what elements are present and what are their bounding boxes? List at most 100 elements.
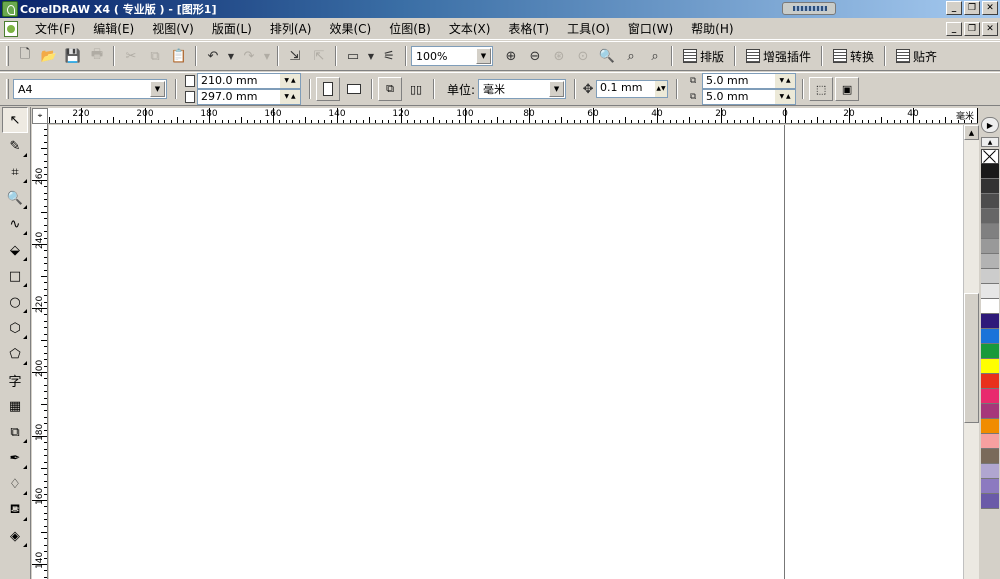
undo-icon[interactable]: ↶ [201, 45, 225, 67]
treat-as-filled-button[interactable]: ⬚ [809, 77, 834, 101]
eyedropper-tool-icon[interactable]: ✒ [2, 445, 28, 471]
color-swatch[interactable] [981, 329, 999, 344]
portrait-orientation-button[interactable] [316, 77, 340, 101]
zoom-tool-icon[interactable]: 🔍 [2, 185, 28, 211]
page-frame-button[interactable]: ▣ [835, 77, 860, 101]
color-swatch[interactable] [981, 224, 999, 239]
color-swatch[interactable] [981, 194, 999, 209]
shape-tool-icon[interactable]: ✎ [2, 133, 28, 159]
drawing-canvas[interactable] [49, 125, 963, 579]
color-swatch[interactable] [981, 164, 999, 179]
chevron-down-icon[interactable]: ▼ [150, 81, 165, 97]
table-tool-icon[interactable]: ▦ [2, 393, 28, 419]
ellipse-tool-icon[interactable]: ○ [2, 289, 28, 315]
pick-tool-icon[interactable]: ↖ [2, 107, 28, 133]
coreldraw-app-icon[interactable] [2, 1, 18, 17]
color-swatch[interactable] [981, 449, 999, 464]
export-icon[interactable]: ⇱ [307, 45, 331, 67]
paste-icon[interactable]: 📋 [167, 45, 191, 67]
basic-shapes-tool-icon[interactable]: ⬠ [2, 341, 28, 367]
paper-size-combo[interactable]: A4 ▼ [13, 79, 167, 99]
import-icon[interactable]: ⇲ [283, 45, 307, 67]
menu-arrange[interactable]: 排列(A) [261, 20, 321, 37]
undo-dropdown-icon[interactable]: ▼ [225, 45, 237, 67]
color-swatch[interactable] [981, 494, 999, 509]
color-swatch[interactable] [981, 299, 999, 314]
enhance-plugin-button[interactable]: 增强插件 [740, 45, 817, 67]
duplicate-x-field[interactable]: 5.0 mm ▼ ▲ [702, 73, 797, 89]
rectangle-tool-icon[interactable]: □ [2, 263, 28, 289]
doc-minimize-button[interactable]: _ [946, 22, 962, 36]
menu-file[interactable]: 文件(F) [26, 20, 84, 37]
color-swatch[interactable] [981, 239, 999, 254]
convert-button[interactable]: 转换 [827, 45, 880, 67]
color-swatch[interactable] [981, 479, 999, 494]
color-swatch[interactable] [981, 269, 999, 284]
application-launcher-icon[interactable]: ▭ [341, 45, 365, 67]
zoom-in-icon[interactable]: ⊕ [499, 45, 523, 67]
interactive-fill-tool-icon[interactable]: ◈ [2, 523, 28, 549]
launcher-dropdown-icon[interactable]: ▼ [365, 45, 377, 67]
fill-tool-icon[interactable]: ⛾ [2, 497, 28, 523]
landscape-orientation-button[interactable] [342, 77, 366, 101]
nudge-distance-field[interactable]: 0.1 mm ▲▼ [596, 80, 669, 98]
scroll-up-arrow-icon[interactable]: ▲ [964, 125, 979, 140]
zoom-selected-icon[interactable]: ⊛ [547, 45, 571, 67]
smart-fill-tool-icon[interactable]: ⬙ [2, 237, 28, 263]
color-swatch[interactable] [981, 254, 999, 269]
cut-icon[interactable]: ✂ [119, 45, 143, 67]
page-height-field[interactable]: 297.0 mm ▼ ▲ [197, 89, 301, 105]
color-swatch[interactable] [981, 374, 999, 389]
copy-icon[interactable]: ⧉ [143, 45, 167, 67]
nudge-spinner-arrows[interactable]: ▲▼ [655, 81, 668, 97]
print-icon[interactable]: 🖶 [85, 45, 109, 67]
color-swatch[interactable] [981, 179, 999, 194]
color-swatch[interactable] [981, 359, 999, 374]
page-width-field[interactable]: 210.0 mm ▼ ▲ [197, 73, 301, 89]
height-spinner-arrows[interactable]: ▼ ▲ [280, 90, 300, 104]
interactive-blend-tool-icon[interactable]: ⧉ [2, 419, 28, 445]
menu-help[interactable]: 帮助(H) [682, 20, 742, 37]
menu-tools[interactable]: 工具(O) [558, 20, 619, 37]
snap-button[interactable]: 贴齐 [890, 45, 943, 67]
color-swatch[interactable] [981, 434, 999, 449]
doc-restore-button[interactable]: ❐ [964, 22, 980, 36]
menu-table[interactable]: 表格(T) [499, 20, 558, 37]
all-pages-layout-button[interactable]: ⧉ [378, 77, 402, 101]
zoom-page-icon[interactable]: 🔍 [595, 45, 619, 67]
zoom-page-height-icon[interactable]: ⌕ [643, 45, 667, 67]
vertical-scrollbar[interactable]: ▲ [963, 125, 979, 579]
duplicate-y-field[interactable]: 5.0 mm ▼ ▲ [702, 89, 797, 105]
chevron-down-icon[interactable]: ▼ [476, 48, 491, 64]
vertical-ruler[interactable]: 260 240 220 200 180 160 140 [32, 124, 48, 579]
menu-bitmaps[interactable]: 位图(B) [380, 20, 440, 37]
palette-up-arrow-icon[interactable]: ▲ [981, 137, 999, 147]
palette-scroll-icon[interactable]: ▶ [981, 117, 999, 133]
app-minimize-button[interactable]: _ [946, 1, 962, 15]
zoom-out-icon[interactable]: ⊖ [523, 45, 547, 67]
color-swatch[interactable] [981, 314, 999, 329]
text-tool-icon[interactable]: 字 [2, 367, 28, 393]
ruler-origin-corner[interactable]: ⌖ [32, 108, 48, 124]
freehand-tool-icon[interactable]: ∿ [2, 211, 28, 237]
menu-effects[interactable]: 效果(C) [320, 20, 380, 37]
menu-layout[interactable]: 版面(L) [203, 20, 261, 37]
property-bar-grip[interactable] [6, 79, 9, 99]
app-close-button[interactable]: ✕ [982, 1, 998, 15]
zoom-all-objects-icon[interactable]: ⊙ [571, 45, 595, 67]
menu-window[interactable]: 窗口(W) [619, 20, 682, 37]
width-spinner-arrows[interactable]: ▼ ▲ [280, 74, 300, 88]
duplicate-y-spinner-arrows[interactable]: ▼ ▲ [775, 90, 796, 104]
welcome-screen-icon[interactable]: ⚟ [377, 45, 401, 67]
toolbar-grip[interactable] [6, 46, 9, 66]
open-folder-icon[interactable]: 📂 [37, 45, 61, 67]
zoom-page-width-icon[interactable]: ⌕ [619, 45, 643, 67]
redo-dropdown-icon[interactable]: ▼ [261, 45, 273, 67]
color-swatch[interactable] [981, 404, 999, 419]
doc-close-button[interactable]: ✕ [982, 22, 998, 36]
color-swatch[interactable] [981, 419, 999, 434]
scrollbar-thumb[interactable] [964, 293, 979, 423]
color-swatch[interactable] [981, 284, 999, 299]
save-icon[interactable]: 💾 [61, 45, 85, 67]
color-swatch[interactable] [981, 389, 999, 404]
